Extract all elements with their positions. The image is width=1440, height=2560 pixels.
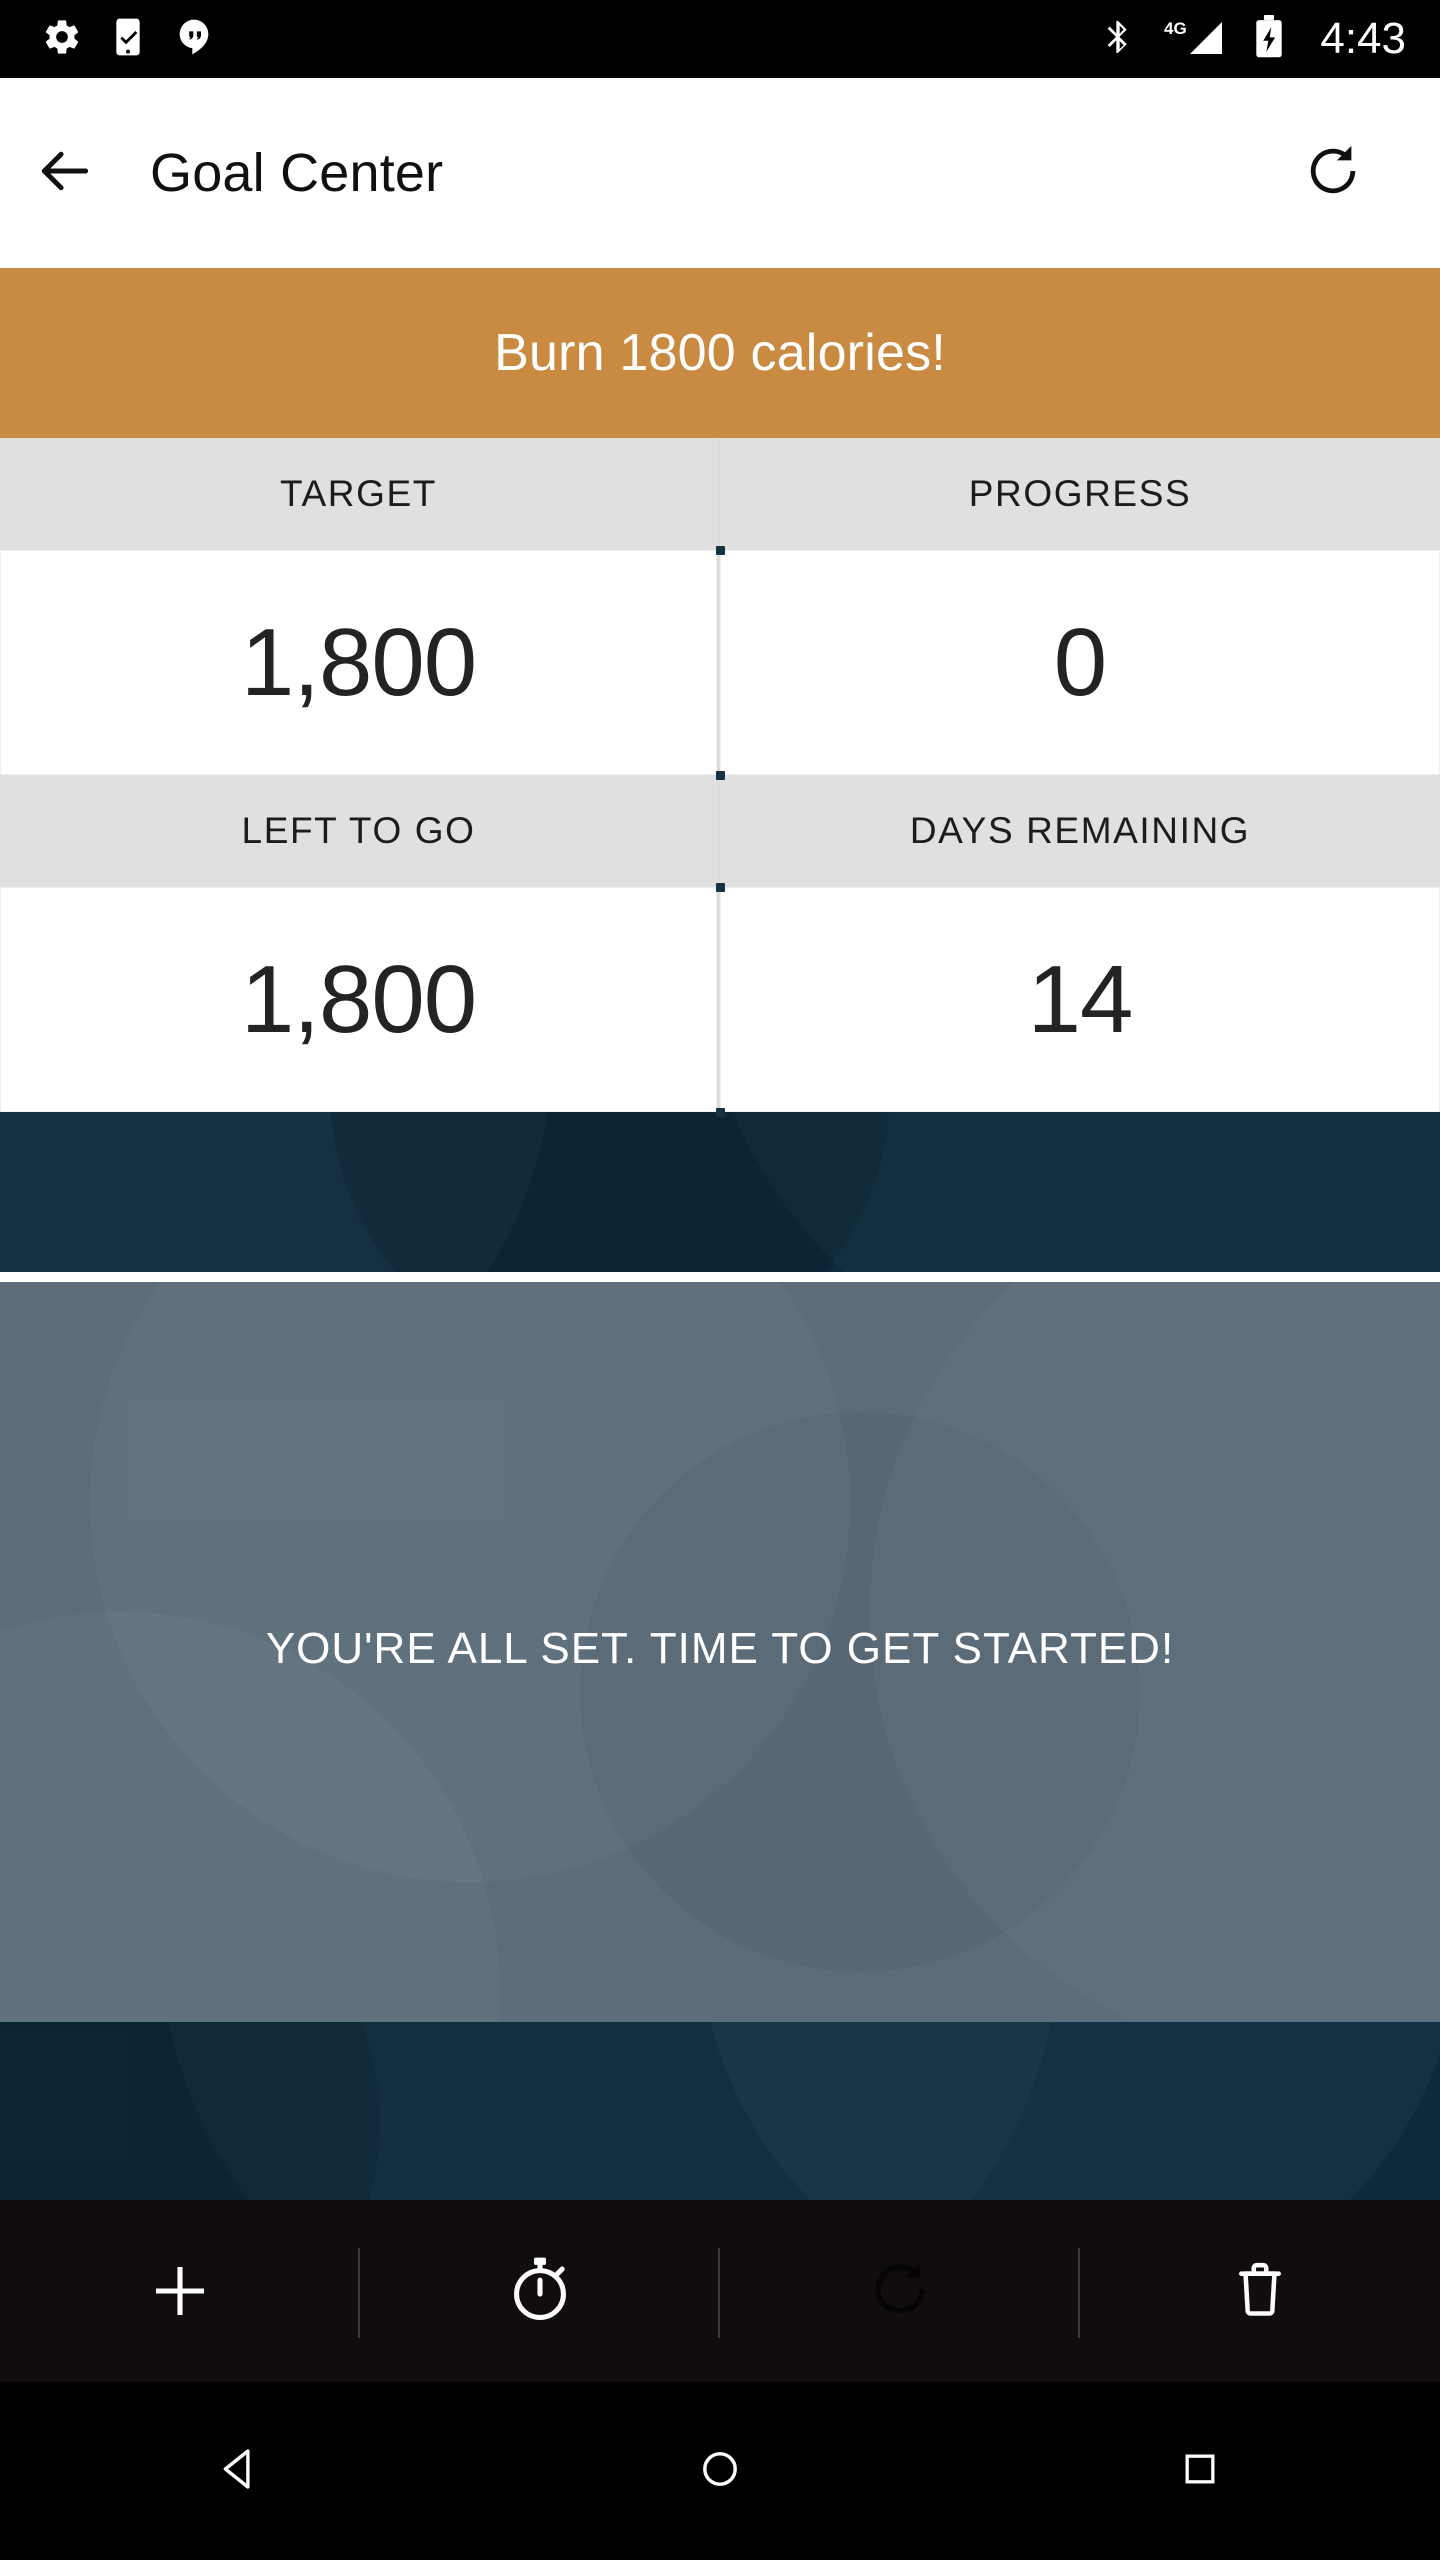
stat-header-progress: PROGRESS: [720, 438, 1440, 550]
battery-charging-icon: [1252, 14, 1286, 64]
reset-button[interactable]: [720, 2200, 1080, 2382]
stats-header-row-2: LEFT TO GO DAYS REMAINING: [0, 775, 1440, 887]
hangouts-icon: [174, 17, 214, 62]
stat-label: DAYS REMAINING: [909, 810, 1251, 851]
stats-header-row-1: TARGET PROGRESS: [0, 438, 1440, 550]
delete-icon: [1226, 2255, 1294, 2328]
grid-tick-marker: [716, 546, 725, 555]
stats-value-row-2: 1,800 14: [0, 887, 1440, 1112]
android-nav-bar: [0, 2382, 1440, 2560]
delete-button[interactable]: [1080, 2200, 1440, 2382]
nav-home-button[interactable]: [620, 2382, 820, 2560]
refresh-icon: [868, 2257, 932, 2326]
back-button[interactable]: [0, 140, 130, 207]
stat-header-target: TARGET: [0, 438, 720, 550]
hero-navy-top-band: [0, 1112, 1440, 1272]
nav-back-button[interactable]: [140, 2382, 340, 2560]
hero-section: YOU'RE ALL SET. TIME TO GET STARTED!: [0, 1112, 1440, 2200]
grid-tick-marker: [716, 771, 725, 780]
status-bar-right-icons: 4G 4:43: [1098, 14, 1440, 64]
stat-value-progress: 0: [720, 550, 1440, 775]
stat-label: PROGRESS: [968, 473, 1192, 514]
goal-banner-text: Burn 1800 calories!: [494, 324, 946, 382]
add-icon: [156, 2267, 204, 2315]
add-button[interactable]: [0, 2200, 360, 2382]
nav-back-icon: [213, 2442, 267, 2501]
grid-tick-marker: [716, 883, 725, 892]
stat-value: 0: [1053, 608, 1107, 716]
decorative-circle: [700, 2022, 1440, 2200]
goal-banner: Burn 1800 calories!: [0, 268, 1440, 438]
stat-value: 1,800: [240, 945, 477, 1053]
back-arrow-icon: [34, 140, 96, 207]
stat-header-left-to-go: LEFT TO GO: [0, 775, 720, 887]
stat-value-days-remaining: 14: [720, 887, 1440, 1112]
phone-check-icon: [108, 17, 148, 62]
app-screen: 4G 4:43 Goal Center Burn 1800 calories! …: [0, 0, 1440, 2560]
decorative-circle: [0, 2022, 380, 2200]
status-bar-left-icons: [0, 17, 214, 62]
hero-overlay-panel: [0, 1282, 1440, 2022]
refresh-icon: [1304, 142, 1362, 205]
timer-icon: [502, 2251, 578, 2332]
stat-label: TARGET: [280, 473, 437, 514]
signal-4g-icon: 4G: [1164, 16, 1226, 63]
stats-value-row-1: 1,800 0: [0, 550, 1440, 775]
bottom-toolbar: [0, 2200, 1440, 2382]
refresh-button[interactable]: [1304, 142, 1362, 205]
app-bar: Goal Center: [0, 78, 1440, 268]
svg-text:4G: 4G: [1164, 19, 1187, 38]
stat-header-days-remaining: DAYS REMAINING: [720, 775, 1440, 887]
bluetooth-icon: [1098, 17, 1138, 62]
stat-value: 14: [1027, 945, 1134, 1053]
hero-navy-bottom-band: [0, 2022, 1440, 2200]
nav-home-icon: [696, 2445, 744, 2498]
status-bar-clock: 4:43: [1320, 14, 1406, 63]
stat-label: LEFT TO GO: [241, 810, 476, 851]
stat-value-target: 1,800: [0, 550, 720, 775]
status-bar: 4G 4:43: [0, 0, 1440, 78]
stat-value: 1,800: [240, 608, 477, 716]
nav-recents-button[interactable]: [1100, 2382, 1300, 2560]
nav-recents-icon: [1178, 2447, 1222, 2496]
settings-gear-icon: [42, 17, 82, 62]
grid-tick-marker: [716, 1108, 725, 1117]
stats-grid: TARGET PROGRESS 1,800 0 LEFT TO GO DAYS …: [0, 438, 1440, 1117]
page-title: Goal Center: [150, 143, 444, 203]
timer-button[interactable]: [360, 2200, 720, 2382]
stat-value-left-to-go: 1,800: [0, 887, 720, 1112]
